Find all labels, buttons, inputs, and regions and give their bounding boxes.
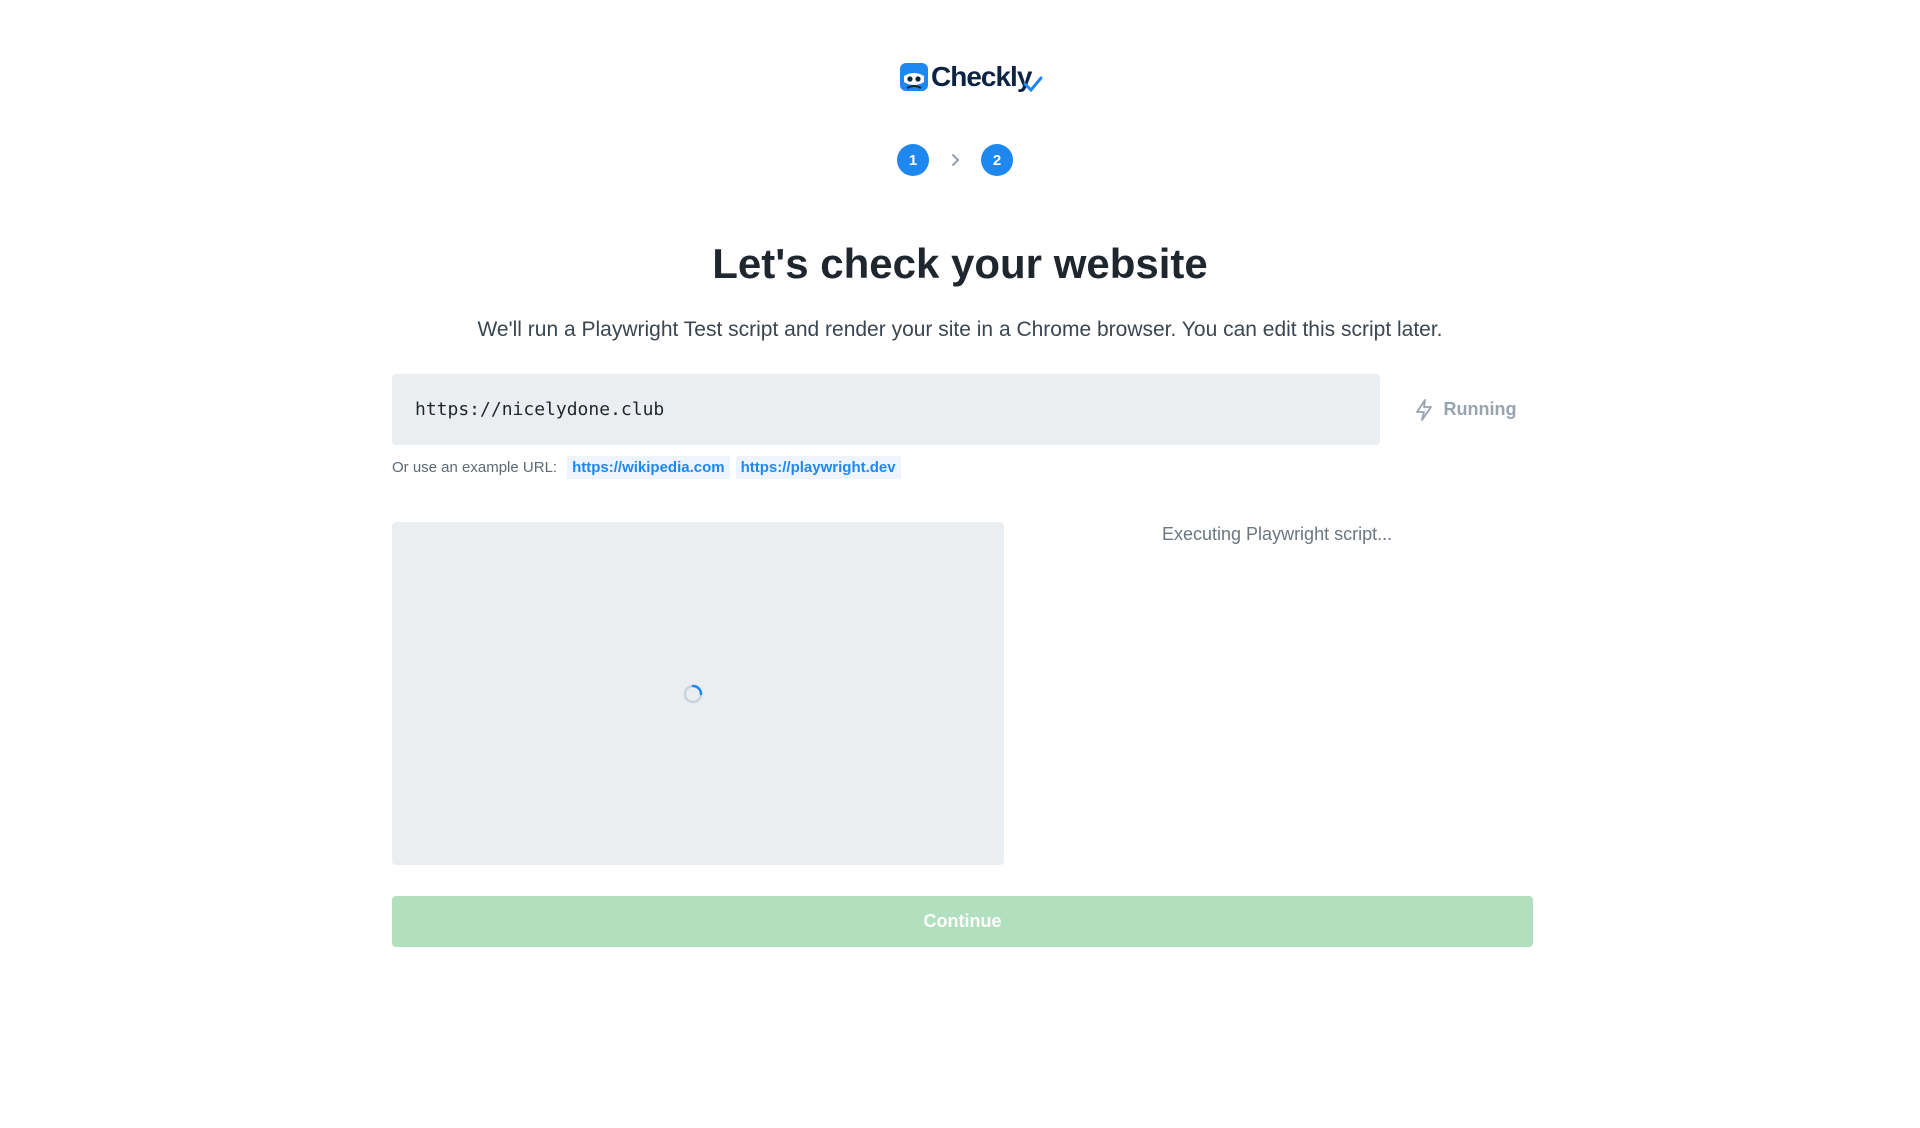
continue-button[interactable]: Continue — [392, 896, 1533, 947]
brand-name: Checkly — [931, 61, 1032, 92]
loading-spinner-icon — [683, 684, 703, 704]
example-link-wikipedia[interactable]: https://wikipedia.com — [567, 456, 730, 479]
run-button[interactable]: Running — [1398, 374, 1532, 445]
example-urls: Or use an example URL: https://wikipedia… — [392, 456, 907, 479]
chevron-right-icon — [929, 144, 981, 176]
step-1[interactable]: 1 — [897, 144, 929, 176]
page-subtitle: We'll run a Playwright Test script and r… — [477, 318, 1443, 341]
lightning-icon — [1415, 398, 1432, 421]
page-title: Let's check your website — [712, 240, 1208, 287]
step-2[interactable]: 2 — [981, 144, 1013, 176]
browser-preview — [392, 522, 1004, 865]
step-indicator: 1 2 — [897, 144, 1013, 176]
example-urls-label: Or use an example URL: — [392, 459, 558, 476]
checkmark-icon — [1023, 76, 1043, 92]
execution-status: Executing Playwright script... — [1162, 524, 1393, 544]
raccoon-logo-icon — [900, 63, 928, 91]
checkly-logo: Checkly — [899, 57, 1043, 97]
example-link-playwright[interactable]: https://playwright.dev — [735, 456, 901, 479]
url-input[interactable] — [392, 374, 1380, 445]
run-button-label: Running — [1443, 399, 1517, 419]
